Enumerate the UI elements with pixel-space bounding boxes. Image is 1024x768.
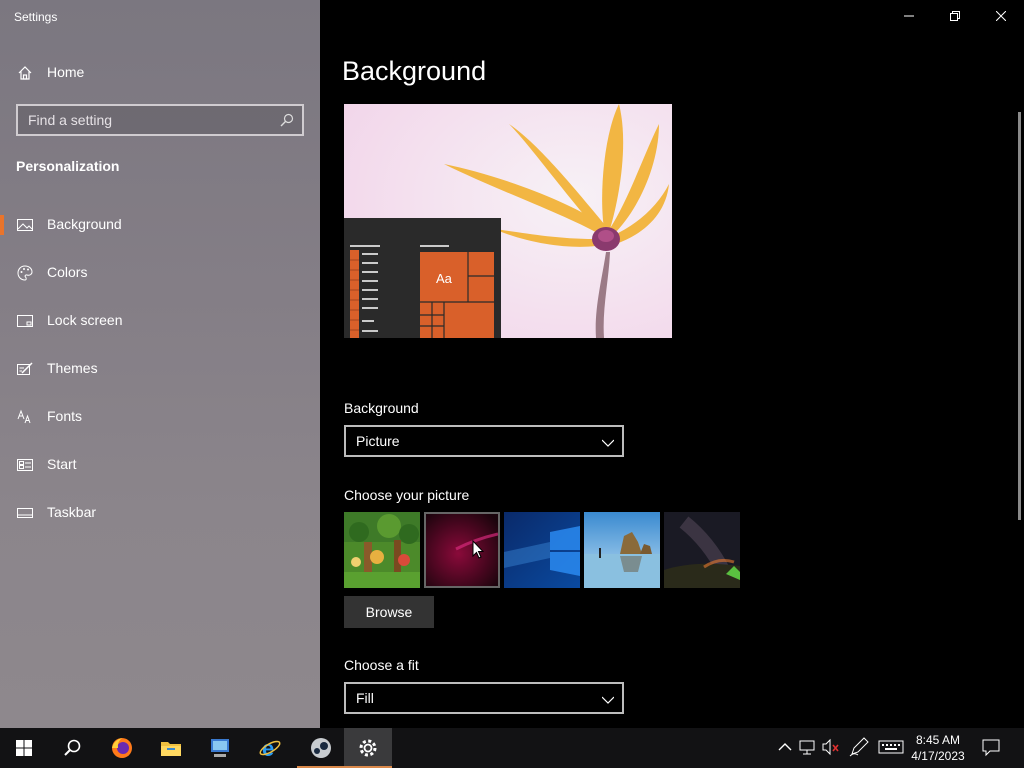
clock-date: 4/17/2023 <box>911 749 965 763</box>
internet-explorer-taskbar-button[interactable]: e <box>246 728 294 768</box>
taskbar-search-button[interactable] <box>48 728 96 768</box>
sidebar-item-taskbar[interactable]: Taskbar <box>0 495 320 531</box>
sidebar-item-fonts[interactable]: Fonts <box>0 399 320 435</box>
minimize-button[interactable] <box>886 0 932 32</box>
file-explorer-icon <box>161 742 181 756</box>
settings-taskbar-button[interactable] <box>344 728 392 768</box>
taskbar-icon <box>17 505 33 521</box>
sidebar-item-label: Taskbar <box>47 504 97 520</box>
touch-keyboard-button[interactable] <box>878 736 904 758</box>
pen-workspace-button[interactable] <box>848 736 870 758</box>
clock-time: 8:45 AM <box>915 733 961 747</box>
themes-icon <box>17 361 33 377</box>
control-panel-icon <box>211 739 229 757</box>
network-tray-button[interactable] <box>797 736 819 758</box>
firefox-taskbar-button[interactable] <box>98 728 146 768</box>
lock-screen-icon <box>17 313 33 329</box>
search-input[interactable] <box>18 106 268 134</box>
sidebar-item-themes[interactable]: Themes <box>0 351 320 387</box>
network-icon <box>799 740 815 755</box>
sidebar-item-label: Start <box>47 456 77 472</box>
selection-indicator <box>0 215 4 235</box>
file-explorer-taskbar-button[interactable] <box>147 728 195 768</box>
steam-icon <box>311 738 331 758</box>
volume-muted-icon <box>822 738 839 756</box>
background-label: Background <box>344 400 419 416</box>
steam-taskbar-button[interactable] <box>297 728 345 768</box>
preview-sample-text: Aa <box>436 271 452 286</box>
mouse-cursor-icon <box>472 539 485 564</box>
picture-icon <box>17 217 33 233</box>
windows-logo-icon <box>16 740 32 756</box>
start-menu-mockup <box>350 245 494 338</box>
nav-home[interactable]: Home <box>0 58 320 88</box>
background-dropdown-value: Picture <box>356 433 400 449</box>
start-button[interactable] <box>0 728 48 768</box>
control-panel-taskbar-button[interactable] <box>196 728 244 768</box>
clock[interactable]: 8:45 AM 4/17/2023 <box>907 732 969 764</box>
chevron-up-icon <box>778 743 792 751</box>
pen-icon <box>849 737 869 757</box>
choose-picture-label: Choose your picture <box>344 487 470 503</box>
taskbar: e 8:45 AM 4/17/2023 <box>0 728 1024 768</box>
firefox-icon <box>112 738 132 758</box>
search-icon <box>64 739 81 756</box>
sidebar-item-label: Colors <box>47 264 88 280</box>
restore-icon <box>950 11 960 21</box>
sidebar-item-label: Background <box>47 216 122 232</box>
notifications-icon <box>982 739 1000 757</box>
home-icon <box>17 65 33 81</box>
sidebar-item-background[interactable]: Background <box>0 207 320 243</box>
fit-dropdown[interactable]: Fill <box>344 682 624 714</box>
volume-tray-button[interactable] <box>820 736 842 758</box>
show-hidden-icons-button[interactable] <box>774 736 796 758</box>
fit-dropdown-value: Fill <box>356 690 374 706</box>
page-title: Background <box>342 56 487 86</box>
scrollbar[interactable] <box>1018 112 1021 520</box>
sidebar-item-label: Fonts <box>47 408 83 424</box>
chevron-down-icon <box>601 693 615 705</box>
section-title: Personalization <box>16 158 120 174</box>
keyboard-icon <box>878 740 904 754</box>
start-menu-preview <box>344 218 501 338</box>
sidebar-item-start[interactable]: Start <box>0 447 320 483</box>
browse-button[interactable]: Browse <box>344 596 434 628</box>
fonts-icon <box>17 409 33 425</box>
sidebar: Settings Home Personalization Background… <box>0 0 320 728</box>
sidebar-item-colors[interactable]: Colors <box>0 255 320 291</box>
chevron-down-icon <box>601 436 615 448</box>
action-center-button[interactable] <box>980 736 1002 758</box>
background-dropdown[interactable]: Picture <box>344 425 624 457</box>
background-preview: Aa <box>344 104 672 338</box>
sidebar-item-label: Themes <box>47 360 98 376</box>
close-button[interactable] <box>978 0 1024 32</box>
picture-thumbnail-night-sky[interactable] <box>664 512 740 588</box>
minimize-icon <box>904 15 914 17</box>
restore-button[interactable] <box>932 0 978 32</box>
picture-thumbnail-cartoon[interactable] <box>344 512 420 588</box>
nav-home-label: Home <box>47 64 85 80</box>
palette-icon <box>17 265 33 281</box>
internet-explorer-icon: e <box>259 736 281 760</box>
picture-thumbnail-beach[interactable] <box>584 512 660 588</box>
app-title: Settings <box>14 10 58 24</box>
sidebar-item-label: Lock screen <box>47 312 123 328</box>
search-icon[interactable] <box>280 113 294 127</box>
sidebar-item-lock-screen[interactable]: Lock screen <box>0 303 320 339</box>
search-box[interactable] <box>16 104 304 136</box>
picture-thumbnail-dark-red[interactable] <box>424 512 500 588</box>
start-icon <box>17 457 33 473</box>
picture-thumbnail-windows[interactable] <box>504 512 580 588</box>
choose-fit-label: Choose a fit <box>344 657 419 673</box>
close-icon <box>996 11 1006 21</box>
settings-icon <box>359 739 377 757</box>
